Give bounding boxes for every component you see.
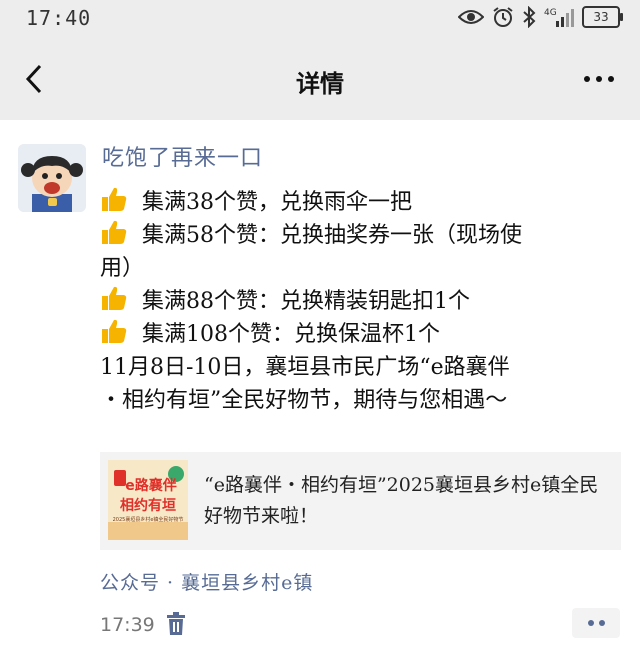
thumbs-up-icon <box>102 187 127 211</box>
thumb-text-3: 2025襄垣县乡村e镇全民好物节 <box>113 516 184 523</box>
network-type: 4G <box>544 8 557 18</box>
status-icons: 4G 33 <box>458 6 623 28</box>
post-line: 集满108个赞：兑换保温杯1个 <box>100 318 628 351</box>
post-time: 17:39 <box>100 614 155 636</box>
post-line: 用） <box>100 252 628 285</box>
shared-article-card[interactable]: e路襄伴 相约有垣 2025襄垣县乡村e镇全民好物节 “e路襄伴・相约有垣”20… <box>100 452 621 550</box>
trash-icon[interactable] <box>166 612 186 636</box>
battery-icon: 33 <box>582 6 623 28</box>
author-name[interactable]: 吃饱了再来一口 <box>102 142 628 176</box>
alarm-icon <box>493 7 513 27</box>
avatar[interactable] <box>18 144 86 212</box>
eye-icon <box>458 10 484 24</box>
post-line: 集满58个赞：兑换抽奖券一张（现场使 <box>100 219 628 252</box>
article-title: “e路襄伴・相约有垣”2025襄垣县乡村e镇全民好物节来啦！ <box>204 474 599 527</box>
thumbs-up-icon <box>102 319 127 343</box>
source-link[interactable]: 公众号 · 襄垣县乡村e镇 <box>100 568 313 595</box>
comment-button[interactable] <box>572 608 620 638</box>
nav-bar: 详情 <box>0 36 640 120</box>
battery-level: 33 <box>593 10 609 24</box>
post-text: 集满38个赞，兑换雨伞一把 集满58个赞：兑换抽奖券一张（现场使 用） 集满88… <box>100 186 628 417</box>
thumb-text-2: 相约有垣 <box>120 497 176 514</box>
more-dots-icon[interactable] <box>584 76 614 82</box>
article-thumbnail: e路襄伴 相约有垣 2025襄垣县乡村e镇全民好物节 <box>108 460 188 540</box>
post-line-text: 集满108个赞：兑换保温杯1个 <box>142 322 440 347</box>
post-content: 吃饱了再来一口 集满38个赞，兑换雨伞一把 集满58个赞：兑换抽奖券一张（现场使… <box>100 142 628 417</box>
thumbs-up-icon <box>102 220 127 244</box>
article-thumbnail-image: e路襄伴 相约有垣 2025襄垣县乡村e镇全民好物节 <box>108 460 188 540</box>
thumbs-up-icon <box>102 286 127 310</box>
post-line: 集满38个赞，兑换雨伞一把 <box>100 186 628 219</box>
post-line: 11月8日-10日，襄垣县市民广场“e路襄伴 <box>100 351 628 384</box>
status-bar: 17:40 4G 33 <box>0 0 640 36</box>
bluetooth-icon <box>523 6 536 28</box>
post-line: 集满88个赞：兑换精装钥匙扣1个 <box>100 285 628 318</box>
signal-icon: 4G <box>544 8 574 27</box>
post-line-text: 用） <box>100 256 145 281</box>
post-line-text: 集满58个赞：兑换抽奖券一张（现场使 <box>142 223 522 248</box>
post-line-text: ・相约有垣”全民好物节，期待与您相遇～ <box>100 388 508 413</box>
page-title: 详情 <box>296 70 344 98</box>
status-time: 17:40 <box>26 6 92 30</box>
thumb-text-1: e路襄伴 <box>125 477 177 494</box>
avatar-illustration <box>18 144 86 212</box>
post-line-text: 集满88个赞：兑换精装钥匙扣1个 <box>142 289 470 314</box>
post-line-text: 11月8日-10日，襄垣县市民广场“e路襄伴 <box>100 355 510 380</box>
post-line: ・相约有垣”全民好物节，期待与您相遇～ <box>100 384 628 417</box>
post-line-text: 集满38个赞，兑换雨伞一把 <box>142 190 412 215</box>
